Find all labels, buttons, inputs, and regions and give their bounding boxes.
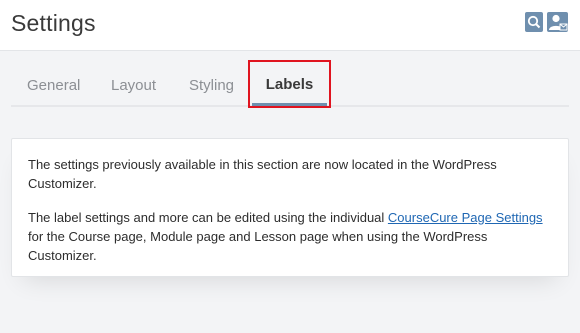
- tab-layout[interactable]: Layout: [111, 64, 156, 107]
- notice-paragraph-2: The label settings and more can be edite…: [28, 208, 558, 265]
- user-icon[interactable]: [547, 12, 568, 32]
- tab-general[interactable]: General: [27, 64, 80, 107]
- page-settings-link[interactable]: CourseCure Page Settings: [388, 210, 543, 225]
- tab-styling[interactable]: Styling: [189, 64, 234, 107]
- tab-labels[interactable]: Labels: [248, 60, 331, 108]
- active-tab-indicator: [252, 103, 327, 106]
- settings-header: Settings: [0, 0, 580, 51]
- notice-paragraph-2-start: The label settings and more can be edite…: [28, 210, 388, 225]
- notice-paragraph-2-end: for the Course page, Module page and Les…: [28, 229, 488, 263]
- page-title: Settings: [11, 10, 96, 36]
- settings-tabs: General Layout Styling Labels: [11, 60, 569, 108]
- tab-labels-text: Labels: [265, 76, 314, 93]
- notice-paragraph-1: The settings previously available in thi…: [28, 157, 497, 191]
- search-icon[interactable]: [525, 12, 543, 32]
- labels-notice-card: The settings previously available in thi…: [11, 138, 569, 277]
